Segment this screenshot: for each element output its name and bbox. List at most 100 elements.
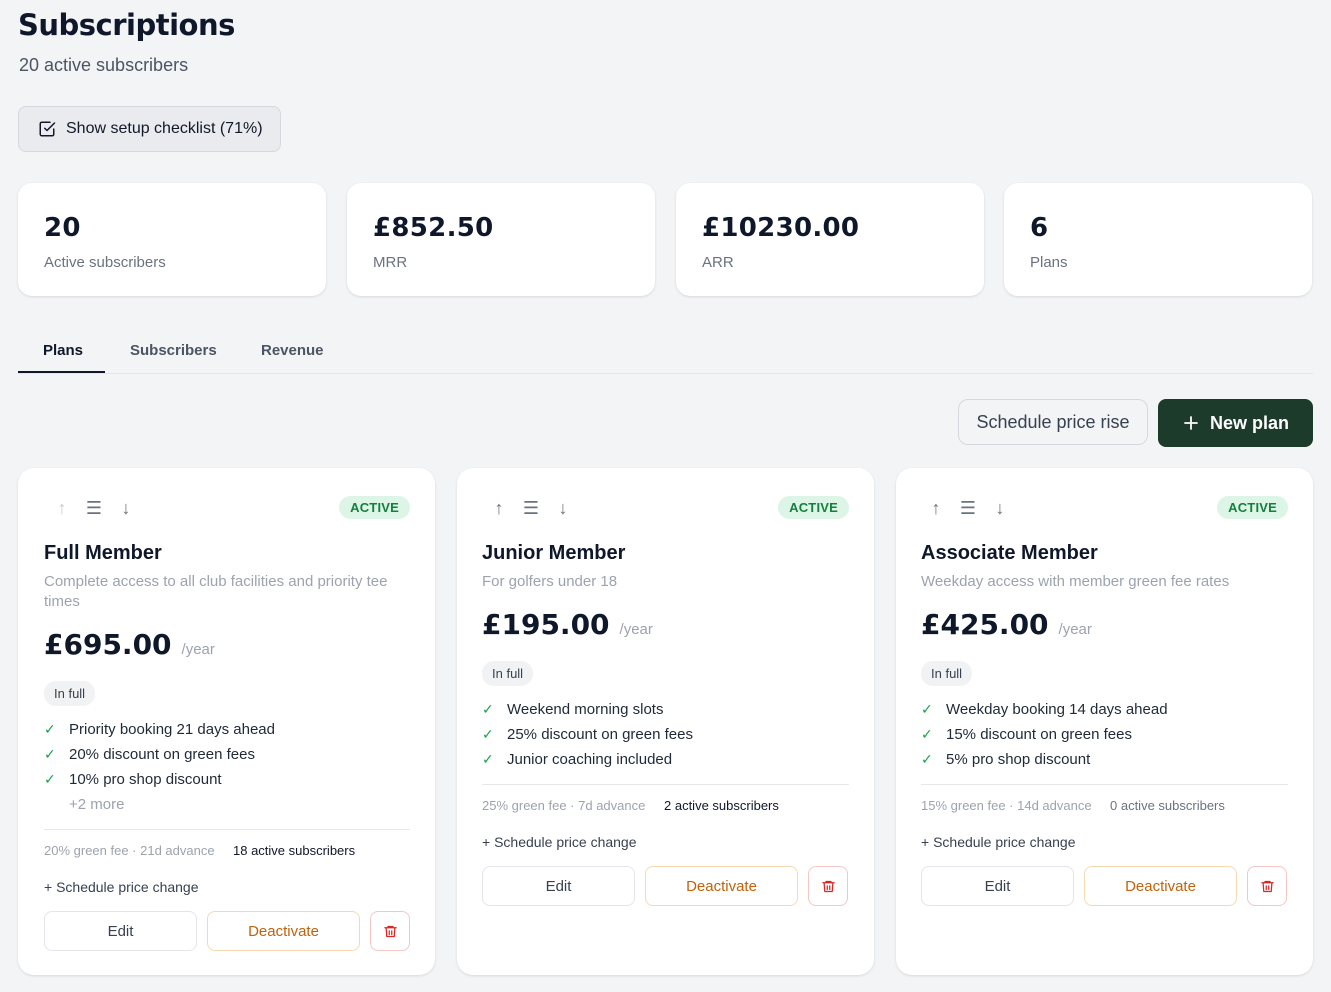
plan-meta: 25% green fee · 7d advance	[482, 798, 646, 813]
subscriber-count: 2 active subscribers	[664, 798, 779, 813]
plan-name: Associate Member	[921, 542, 1098, 564]
feature-text: 25% discount on green fees	[507, 726, 693, 743]
delete-button[interactable]	[1247, 866, 1287, 906]
check-icon: ✓	[482, 751, 494, 767]
check-icon: ✓	[921, 726, 933, 742]
deactivate-button[interactable]: Deactivate	[207, 911, 360, 951]
tab-plans[interactable]: Plans	[43, 342, 83, 372]
reorder-controls: ↑ ☰ ↓	[52, 498, 136, 519]
plan-card-full-member: ↑ ☰ ↓ ACTIVE Full Member Complete access…	[18, 468, 435, 975]
stat-label: Plans	[1030, 254, 1068, 271]
price-row: £195.00 /year	[482, 608, 653, 641]
payment-badge: In full	[44, 681, 96, 706]
schedule-price-change-link[interactable]: + Schedule price change	[921, 834, 1076, 850]
check-icon: ✓	[921, 701, 933, 717]
new-plan-button[interactable]: New plan	[1158, 399, 1313, 447]
plan-name: Junior Member	[482, 542, 626, 564]
move-down-icon[interactable]: ↓	[116, 498, 136, 519]
check-icon: ✓	[482, 701, 494, 717]
plan-price: £195.00	[482, 608, 610, 641]
payment-badge: In full	[921, 661, 973, 686]
move-down-icon[interactable]: ↓	[990, 498, 1010, 519]
plan-description: For golfers under 18	[482, 573, 618, 590]
list-item: ✓ 5% pro shop discount	[921, 747, 1168, 772]
payment-badge: In full	[482, 661, 534, 686]
list-item: ✓ 15% discount on green fees	[921, 722, 1168, 747]
feature-text: Weekday booking 14 days ahead	[946, 701, 1168, 718]
edit-button[interactable]: Edit	[44, 911, 197, 951]
check-icon: ✓	[44, 721, 56, 737]
checklist-label: Show setup checklist (71%)	[66, 120, 263, 137]
drag-handle-icon[interactable]: ☰	[521, 498, 541, 519]
list-item: ✓ 10% pro shop discount	[44, 767, 275, 792]
plan-description: Complete access to all club facilities a…	[44, 573, 388, 610]
card-actions: Edit Deactivate	[921, 866, 1287, 906]
stat-card-mrr: £852.50 MRR	[347, 183, 655, 296]
delete-button[interactable]	[808, 866, 848, 906]
move-up-icon[interactable]: ↑	[926, 498, 946, 519]
stat-card-plans: 6 Plans	[1004, 183, 1312, 296]
stat-value: £852.50	[373, 213, 494, 243]
plan-meta: 15% green fee · 14d advance	[921, 798, 1092, 813]
drag-handle-icon[interactable]: ☰	[958, 498, 978, 519]
schedule-price-rise-button[interactable]: Schedule price rise	[958, 399, 1148, 445]
stat-card-active-subscribers: 20 Active subscribers	[18, 183, 326, 296]
stat-card-arr: £10230.00 ARR	[676, 183, 984, 296]
drag-handle-icon[interactable]: ☰	[84, 498, 104, 519]
plan-name: Full Member	[44, 542, 162, 564]
deactivate-button[interactable]: Deactivate	[1084, 866, 1237, 906]
trash-icon	[383, 925, 397, 937]
feature-list: ✓ Weekend morning slots ✓ 25% discount on …	[482, 697, 693, 772]
edit-button[interactable]: Edit	[482, 866, 635, 906]
check-icon: ✓	[44, 771, 56, 787]
check-icon: ✓	[482, 726, 494, 742]
feature-text: Priority booking 21 days ahead	[69, 721, 275, 738]
move-down-icon[interactable]: ↓	[553, 498, 573, 519]
plan-description: Weekday access with member green fee rat…	[921, 573, 1230, 590]
list-item: ✓ 25% discount on green fees	[482, 722, 693, 747]
feature-text: 10% pro shop discount	[69, 771, 222, 788]
card-actions: Edit Deactivate	[44, 911, 410, 951]
stat-label: Active subscribers	[44, 254, 166, 271]
schedule-price-change-link[interactable]: + Schedule price change	[482, 834, 637, 850]
tab-subscribers[interactable]: Subscribers	[130, 342, 217, 372]
list-item: ✓ Priority booking 21 days ahead	[44, 717, 275, 742]
plan-period: /year	[1058, 621, 1092, 638]
list-item: ✓ 20% discount on green fees	[44, 742, 275, 767]
stat-label: MRR	[373, 254, 408, 271]
check-icon: ✓	[921, 751, 933, 767]
plan-price: £425.00	[921, 608, 1049, 641]
show-setup-checklist-button[interactable]: Show setup checklist (71%)	[18, 106, 281, 152]
plan-card-junior-member: ↑ ☰ ↓ ACTIVE Junior Member For golfers u…	[457, 468, 874, 975]
stat-value: £10230.00	[702, 213, 860, 243]
edit-button[interactable]: Edit	[921, 866, 1074, 906]
feature-text: 20% discount on green fees	[69, 746, 255, 763]
feature-text: 5% pro shop discount	[946, 751, 1091, 768]
status-badge: ACTIVE	[339, 496, 410, 519]
divider	[482, 784, 849, 785]
list-item: ✓ Junior coaching included	[482, 747, 693, 772]
page-title: Subscriptions	[18, 8, 235, 42]
trash-icon	[1260, 880, 1274, 892]
delete-button[interactable]	[370, 911, 410, 951]
list-item: ✓ Weekday booking 14 days ahead	[921, 697, 1168, 722]
status-badge: ACTIVE	[778, 496, 849, 519]
price-row: £425.00 /year	[921, 608, 1092, 641]
plus-icon	[1184, 416, 1198, 430]
move-up-icon[interactable]: ↑	[489, 498, 509, 519]
list-item: ✓ Weekend morning slots	[482, 697, 693, 722]
tab-revenue[interactable]: Revenue	[261, 342, 324, 372]
more-features-link[interactable]: +2 more	[69, 796, 124, 813]
subscriber-count: 18 active subscribers	[233, 843, 356, 858]
plan-period: /year	[619, 621, 653, 638]
plan-card-associate-member: ↑ ☰ ↓ ACTIVE Associate Member Weekday ac…	[896, 468, 1313, 975]
plan-price: £695.00	[44, 628, 172, 661]
status-badge: ACTIVE	[1217, 496, 1288, 519]
checkbox-icon	[39, 121, 56, 137]
schedule-price-change-link[interactable]: + Schedule price change	[44, 879, 199, 895]
reorder-controls: ↑ ☰ ↓	[926, 498, 1010, 519]
move-up-icon[interactable]: ↑	[52, 498, 72, 519]
feature-list: ✓ Weekday booking 14 days ahead ✓ 15% disc…	[921, 697, 1168, 772]
divider	[921, 784, 1288, 785]
deactivate-button[interactable]: Deactivate	[645, 866, 798, 906]
